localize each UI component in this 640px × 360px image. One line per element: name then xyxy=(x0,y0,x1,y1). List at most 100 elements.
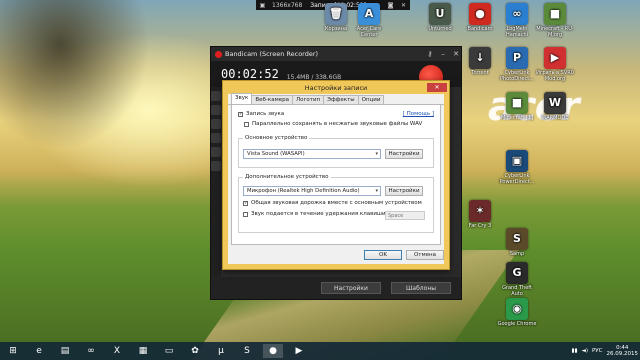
desktop-icon[interactable]: A Acer Care Center xyxy=(349,3,389,38)
chrome-icon: ◉ xyxy=(506,298,528,320)
desktop-icon-label: Bandicam xyxy=(467,26,493,32)
media-icon[interactable]: ▶ xyxy=(289,344,309,358)
minimize-icon[interactable]: – xyxy=(438,50,448,58)
acer-care-icon: A xyxy=(358,3,380,25)
close-icon[interactable]: ✕ xyxy=(451,50,461,58)
minecraft-alt-icon: ■ xyxy=(506,92,528,114)
desktop-icon[interactable]: ■ Minecraft - RU-M.org xyxy=(535,3,575,38)
clock[interactable]: 0:44 26.09.2015 xyxy=(607,345,639,357)
close-icon[interactable]: ✕ xyxy=(400,2,407,9)
dialog-title-bar[interactable]: Настройки записи ✕ xyxy=(223,81,449,94)
settings-button[interactable]: Настройки xyxy=(321,282,381,294)
system-tray: ▮▮ ◄) РУС 0:44 26.09.2015 xyxy=(572,342,638,360)
primary-device-group: Основное устройство Vista Sound (WASAPI)… xyxy=(238,135,434,168)
game-icon: S xyxy=(506,228,528,250)
recording-settings-dialog: Настройки записи ✕ Звук Веб-камера Логот… xyxy=(222,80,450,270)
warmode-icon: W xyxy=(544,92,566,114)
skype-icon[interactable]: S xyxy=(237,344,257,358)
apps-icon[interactable]: ✿ xyxy=(185,344,205,358)
desktop-icon[interactable]: G Grand Theft Auto xyxy=(497,262,537,297)
camera-icon[interactable]: ▣ xyxy=(259,2,266,9)
hold-key-label: Звук подается в течение удержания клавиш… xyxy=(251,211,386,217)
video-icon[interactable] xyxy=(211,133,221,143)
files-icon[interactable]: ▭ xyxy=(159,344,179,358)
dialog-title: Настройки записи xyxy=(304,83,368,92)
image-icon[interactable] xyxy=(211,147,221,157)
shared-track-checkbox[interactable]: ✓ xyxy=(243,200,248,206)
explorer-icon[interactable]: ▤ xyxy=(55,344,75,358)
bandicam-title-bar[interactable]: Bandicam (Screen Recorder) ⚷ – ✕ xyxy=(211,47,461,61)
help-link[interactable]: [ Помощь ] xyxy=(403,111,434,117)
store-icon[interactable]: ▦ xyxy=(133,344,153,358)
cancel-button[interactable]: Отмена xyxy=(406,250,444,260)
taskbar: ⊞ e ▤ ∞ X ▦ ▭ ✿ µ S ● ▶ ▮▮ ◄) РУС 0:44 26.09.2015 xyxy=(0,342,640,360)
desktop-icon[interactable]: ↓ Torrent xyxy=(460,47,500,76)
tab-options[interactable]: Опции xyxy=(357,95,385,104)
templates-button[interactable]: Шаблоны xyxy=(391,282,451,294)
desktop-icon[interactable]: ✶ Far Cry 3 xyxy=(460,200,500,229)
volume-icon[interactable]: ◄) xyxy=(582,348,588,354)
secondary-device-settings-button[interactable]: Настройки xyxy=(385,186,423,196)
desktop-icon-label: Samp xyxy=(509,251,525,257)
chevron-down-icon: ▾ xyxy=(375,188,378,194)
torrent-icon: ↓ xyxy=(469,47,491,69)
secondary-device-label: Дополнительное устройство xyxy=(243,174,331,180)
network-icon[interactable]: ▮▮ xyxy=(572,348,578,354)
game-icon: G xyxy=(506,262,528,284)
hold-key-checkbox[interactable] xyxy=(243,211,248,217)
clock-date: 26.09.2015 xyxy=(606,351,639,357)
hold-key-input[interactable]: Space xyxy=(385,211,425,220)
excel-icon[interactable]: X xyxy=(107,344,127,358)
primary-device-select[interactable]: Vista Sound (WASAPI) ▾ xyxy=(243,149,381,159)
bandicam-icon[interactable]: ● xyxy=(263,344,283,358)
desktop-icon-label: CyberLink PhotoDirect... xyxy=(499,70,534,82)
ok-button[interactable]: OK xyxy=(364,250,402,260)
play-icon: ▶ xyxy=(544,47,566,69)
fps-icon[interactable] xyxy=(211,119,221,129)
desktop-icon-label: Grand Theft Auto xyxy=(502,285,532,297)
tab-sound[interactable]: Звук xyxy=(231,93,253,104)
desktop-icon[interactable]: ◉ Google Chrome xyxy=(497,298,537,327)
desktop-icon[interactable]: ▶ Играть в SVR0 Mod.org xyxy=(535,47,575,82)
primary-device-label: Основное устройство xyxy=(243,135,310,141)
desktop-icon[interactable]: U Unturned xyxy=(420,3,460,32)
powerdirector-icon: ▣ xyxy=(506,150,528,172)
key-icon[interactable]: ⚷ xyxy=(425,50,435,58)
dialog-tabs: Звук Веб-камера Логотип Эффекты Опции xyxy=(228,93,444,105)
sound-tab-panel: [ Помощь ] ✓ Запись звука Параллельно со… xyxy=(231,105,441,245)
tab-effects[interactable]: Эффекты xyxy=(323,95,359,104)
desktop-icon[interactable]: ■ Minecraft [1] xyxy=(497,92,537,121)
recording-resolution: 1366x768 xyxy=(272,1,303,9)
taskbar-items: ⊞ e ▤ ∞ X ▦ ▭ ✿ µ S ● ▶ xyxy=(0,344,312,358)
hold-key-row: Звук подается в течение удержания клавиш… xyxy=(243,211,386,217)
dialog-close-icon[interactable]: ✕ xyxy=(427,83,447,92)
desktop-icon[interactable]: S Samp xyxy=(497,228,537,257)
recording-timer: 00:02:52 xyxy=(221,67,279,81)
secondary-device-select[interactable]: Микрофон (Realtek High Definition Audio)… xyxy=(243,186,381,196)
home-icon[interactable] xyxy=(211,91,221,101)
tab-webcam[interactable]: Веб-камера xyxy=(251,95,293,104)
general-icon[interactable] xyxy=(211,105,221,115)
about-icon[interactable] xyxy=(211,161,221,171)
desktop-icon[interactable]: W WARMODE xyxy=(535,92,575,121)
tab-logo[interactable]: Логотип xyxy=(291,95,325,104)
secondary-device-value: Микрофон (Realtek High Definition Audio) xyxy=(247,188,360,194)
unturned-icon: U xyxy=(429,3,451,25)
windows-start-icon[interactable]: ⊞ xyxy=(3,344,23,358)
desktop-icon[interactable]: ▣ CyberLink PowerDirect... xyxy=(497,150,537,185)
desktop-icon[interactable]: P CyberLink PhotoDirect... xyxy=(497,47,537,82)
record-sound-row: ✓ Запись звука xyxy=(238,111,284,117)
bandicam-icon: ● xyxy=(469,3,491,25)
primary-device-settings-button[interactable]: Настройки xyxy=(385,149,423,159)
desktop-icon[interactable]: ∞ LogMeIn Hamachi xyxy=(497,3,537,38)
ie-icon[interactable]: e xyxy=(29,344,49,358)
record-sound-checkbox[interactable]: ✓ xyxy=(238,111,243,117)
language-indicator[interactable]: РУС xyxy=(592,348,603,354)
desktop-icon-label: Minecraft - RU-M.org xyxy=(536,26,574,38)
torrent-icon[interactable]: µ xyxy=(211,344,231,358)
visual-studio-icon[interactable]: ∞ xyxy=(81,344,101,358)
secondary-device-group: Дополнительное устройство Микрофон (Real… xyxy=(238,174,434,233)
save-wav-checkbox[interactable] xyxy=(244,121,249,127)
desktop-icon-label: LogMeIn Hamachi xyxy=(505,26,529,38)
desktop-icon[interactable]: ● Bandicam xyxy=(460,3,500,32)
